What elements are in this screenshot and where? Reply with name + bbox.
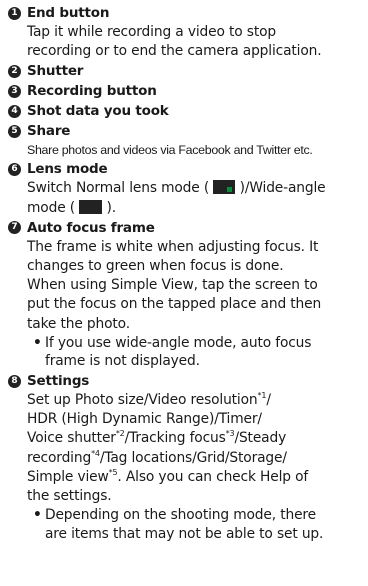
item-description: Switch Normal lens mode ( )/Wide-angle m… <box>27 180 326 216</box>
camera-screen-legend: 1 End button Tap it while recording a vi… <box>8 3 366 543</box>
normal-lens-mode-icon <box>213 180 236 195</box>
legend-item-shutter: 2 Shutter <box>8 61 366 81</box>
number-badge: 4 <box>8 104 21 118</box>
number-badge: 1 <box>8 6 21 20</box>
footnote-ref: *2 <box>115 429 125 439</box>
item-description: The frame is white when adjusting focus.… <box>27 238 322 332</box>
item-title: End button <box>27 5 110 21</box>
legend-item-share: 5 Share Share photos and videos via Face… <box>8 121 366 159</box>
item-title: Settings <box>27 373 90 390</box>
item-title: Auto focus frame <box>27 219 155 236</box>
item-title: Share <box>27 123 71 140</box>
legend-item-recording-button: 3 Recording button <box>8 81 366 101</box>
legend-item-shot-data: 4 Shot data you took <box>8 101 366 121</box>
legend-item-end-button: 1 End button Tap it while recording a vi… <box>8 3 366 61</box>
item-title: Lens mode <box>27 161 108 178</box>
item-description: Set up Photo size/Video resolution*1/ HD… <box>27 391 309 505</box>
footnote-ref: *4 <box>91 448 100 458</box>
item-title: Recording button <box>27 83 157 100</box>
item-description: Tap it while recording a video to stop r… <box>27 24 322 60</box>
number-badge: 7 <box>8 221 21 235</box>
item-description: Share photos and videos via Facebook and… <box>27 143 313 158</box>
item-title: Shutter <box>27 63 84 80</box>
bullet-dot: • <box>33 507 42 524</box>
wide-angle-mode-icon <box>79 199 103 214</box>
footnote-ref: *1 <box>257 391 267 401</box>
number-badge: 2 <box>8 64 21 78</box>
legend-item-lens-mode: 6 Lens mode Switch Normal lens mode ( )/… <box>8 159 366 217</box>
number-badge: 8 <box>8 374 21 388</box>
number-badge: 6 <box>8 162 21 176</box>
bullet-dot: • <box>33 334 42 351</box>
item-title: Shot data you took <box>27 103 169 120</box>
legend-item-settings: 8 Settings Set up Photo size/Video resol… <box>8 371 366 543</box>
legend-item-auto-focus-frame: 7 Auto focus frame The frame is white wh… <box>8 218 366 371</box>
number-badge: 3 <box>8 84 21 98</box>
note-bullet: • If you use wide-angle mode, auto focus … <box>33 334 312 370</box>
number-badge: 5 <box>8 124 21 138</box>
note-bullet: • Depending on the shooting mode, there a… <box>33 507 324 542</box>
